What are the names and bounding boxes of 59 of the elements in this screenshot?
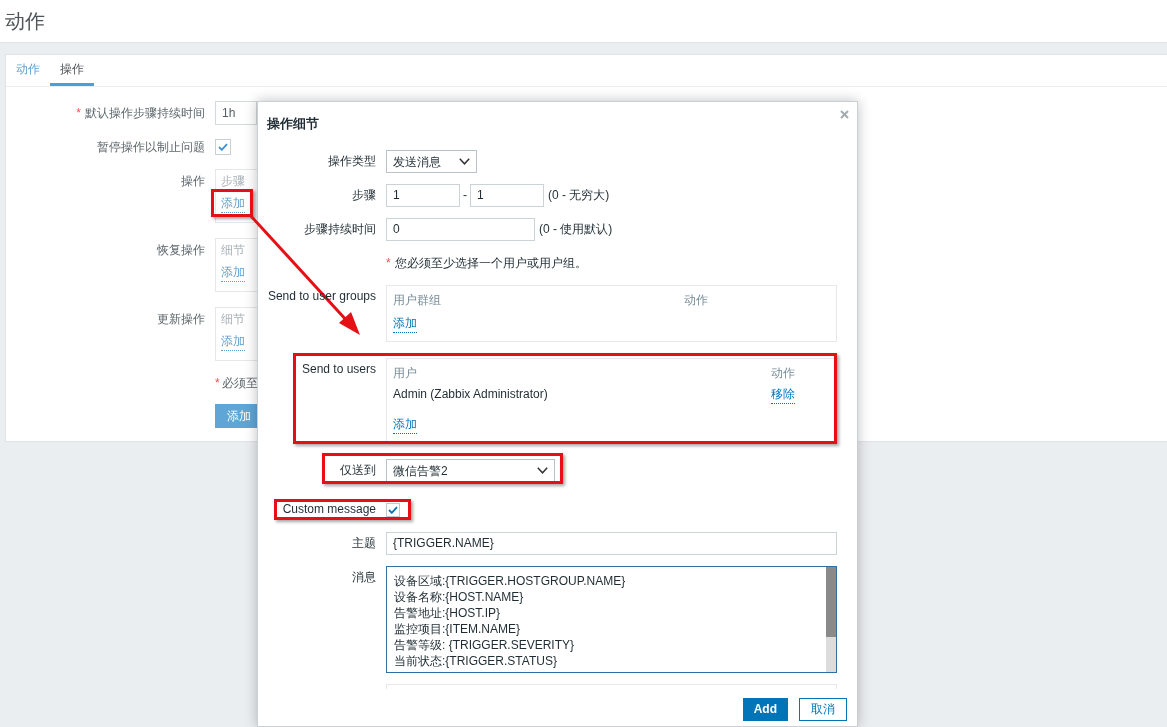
- add-link[interactable]: 添加: [221, 264, 245, 282]
- field-label: 消息: [352, 570, 376, 584]
- field-label: 暂停操作以制止问题: [97, 139, 205, 156]
- required-note: 必须至: [221, 376, 258, 390]
- text-field[interactable]: 1: [386, 184, 460, 207]
- column-header: 用户: [393, 363, 772, 383]
- scrollbar-thumb[interactable]: [826, 567, 836, 637]
- text-field[interactable]: 1h: [215, 101, 257, 125]
- checkbox[interactable]: [386, 502, 400, 517]
- scrollbar[interactable]: [826, 567, 836, 672]
- field-hint: (0 - 使用默认): [539, 221, 613, 238]
- message-field[interactable]: 设备区域:{TRIGGER.HOSTGROUP.NAME} 设备名称:{HOST.NAME} 告警地址:{HOST.IP} 监控项目:{ITEM.NAME} 告警等级: {TRIGGER.SEVERITY} 当前状态:{TRIGGER.STATUS}: [386, 566, 837, 673]
- column-header: 用户群组: [393, 290, 685, 310]
- field-label: 仅送到: [340, 463, 376, 477]
- required-mark: *: [76, 105, 81, 122]
- field-label: 操作: [181, 173, 205, 190]
- text-field[interactable]: {TRIGGER.NAME}: [386, 532, 837, 555]
- add-button[interactable]: 添加: [215, 404, 257, 428]
- validation-note: 您必须至少选择一个用户或用户组。: [394, 255, 587, 272]
- add-link[interactable]: 添加: [221, 195, 245, 213]
- required-mark: *: [386, 255, 391, 272]
- field-label: 主题: [352, 536, 376, 550]
- field-label: Custom message: [282, 502, 376, 516]
- field-label: 操作类型: [328, 154, 376, 168]
- field-label: 默认操作步骤持续时间: [85, 105, 205, 122]
- field-label: 恢复操作: [157, 242, 205, 259]
- dropdown[interactable]: 发送消息: [386, 150, 477, 173]
- text-field[interactable]: 1: [470, 184, 544, 207]
- column-header: 细节: [221, 242, 245, 259]
- add-link[interactable]: 添加: [393, 416, 417, 434]
- checkbox[interactable]: [215, 139, 231, 155]
- add-link[interactable]: 添加: [393, 315, 417, 333]
- field-label: 更新操作: [157, 311, 205, 328]
- field-hint: (0 - 无穷大): [548, 187, 610, 204]
- tab[interactable]: 动作: [6, 55, 50, 86]
- dialog-title: 操作细节: [267, 115, 319, 133]
- dropdown[interactable]: 微信告警2: [386, 459, 555, 482]
- column-header: 细节: [221, 311, 245, 328]
- remove-link[interactable]: 移除: [771, 386, 796, 404]
- field-label: 步骤: [352, 188, 376, 202]
- range-separator: -: [463, 187, 467, 204]
- tab[interactable]: 操作: [50, 55, 94, 86]
- chevron-down-icon: [459, 158, 470, 165]
- table-cell: Admin (Zabbix Administrator): [393, 387, 548, 401]
- column-header: 步骤: [221, 173, 245, 190]
- page-title: 动作: [5, 9, 45, 34]
- chevron-down-icon: [537, 467, 548, 474]
- column-header: 动作: [771, 365, 797, 382]
- field-label: 步骤持续时间: [304, 222, 376, 236]
- close-icon[interactable]: [840, 110, 849, 119]
- add-button[interactable]: Add: [742, 698, 788, 721]
- text-field[interactable]: 0: [386, 218, 535, 241]
- checkmark-icon: [218, 143, 228, 151]
- required-mark: *: [215, 376, 220, 390]
- field-label: Send to users: [301, 362, 376, 376]
- checkmark-icon: [388, 505, 398, 514]
- column-header: 动作: [684, 292, 710, 309]
- cancel-button[interactable]: 取消: [799, 698, 847, 721]
- add-link[interactable]: 添加: [221, 333, 245, 351]
